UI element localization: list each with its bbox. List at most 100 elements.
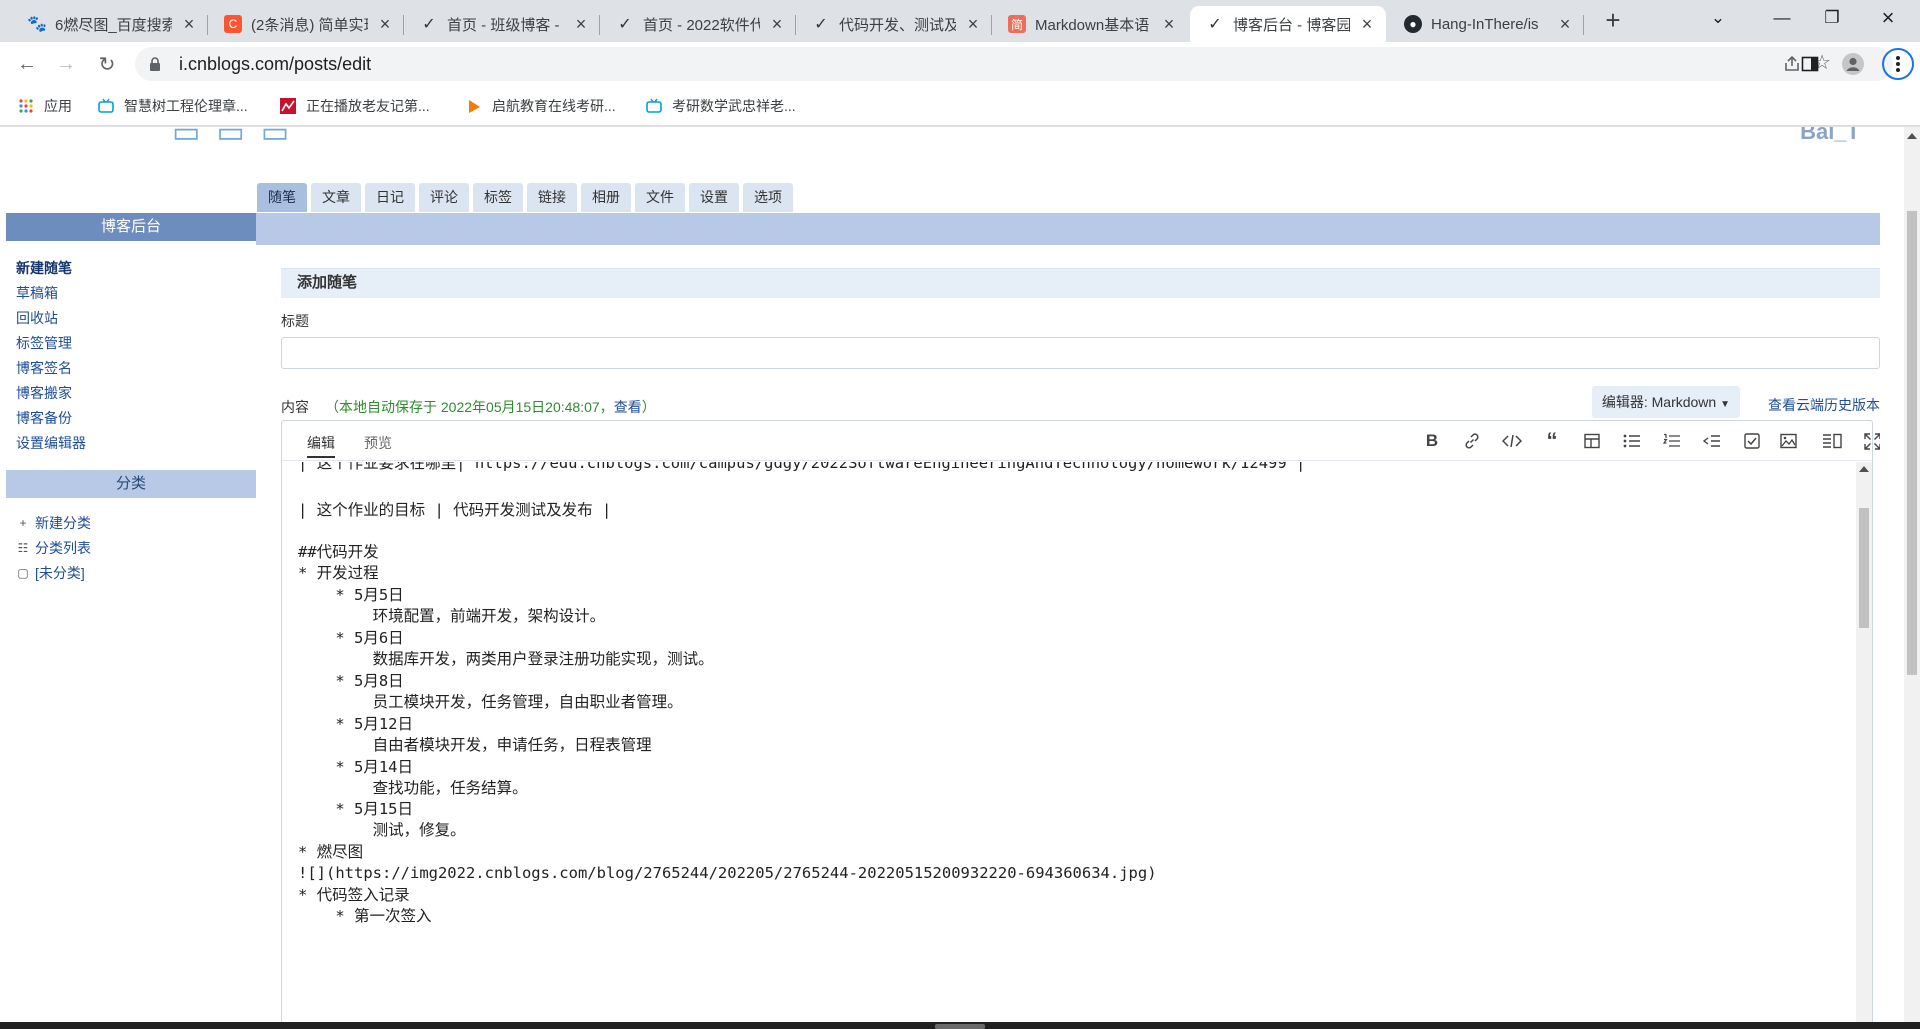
tab-tags[interactable]: 标签 bbox=[473, 183, 523, 212]
tab-title: 首页 - 2022软件代 bbox=[643, 16, 760, 34]
address-bar[interactable]: i.cnblogs.com/posts/edit ☆ bbox=[135, 47, 1893, 81]
title-input[interactable] bbox=[281, 337, 1880, 369]
browser-tab[interactable]: ● Hang-InThere/is × bbox=[1388, 6, 1584, 42]
tab-articles[interactable]: 文章 bbox=[311, 183, 361, 212]
indent-icon[interactable] bbox=[1700, 430, 1724, 452]
scrollbar-thumb[interactable] bbox=[1907, 211, 1917, 675]
tab-settings[interactable]: 设置 bbox=[689, 183, 739, 212]
close-tab-icon[interactable]: × bbox=[1358, 15, 1376, 33]
browser-tab[interactable]: 简 Markdown基本语 × bbox=[992, 6, 1188, 42]
cnblogs-icon: ✓ bbox=[422, 16, 436, 33]
side-panel-icon[interactable] bbox=[1799, 53, 1821, 75]
apps-grid-icon bbox=[19, 99, 33, 113]
taskbar-item[interactable] bbox=[935, 1024, 985, 1029]
main-nav-tabs: 随笔 文章 日记 评论 标签 链接 相册 文件 设置 选项 bbox=[257, 183, 793, 212]
bookmark-label: 智慧树工程伦理章... bbox=[124, 98, 248, 114]
link-icon[interactable] bbox=[1460, 430, 1484, 452]
tab-preview[interactable]: 预览 bbox=[364, 433, 392, 453]
bookmark-item[interactable]: 智慧树工程伦理章... bbox=[98, 96, 248, 116]
sidebar-item-recycle[interactable]: 回收站 bbox=[16, 306, 246, 331]
checkbox-icon[interactable] bbox=[1740, 430, 1764, 452]
scroll-up-icon[interactable] bbox=[1907, 133, 1917, 139]
browser-tab[interactable]: ✓ 首页 - 2022软件代 × bbox=[600, 6, 796, 42]
close-tab-icon[interactable]: × bbox=[376, 15, 394, 33]
scrollbar-thumb[interactable] bbox=[1859, 508, 1869, 628]
split-view-icon[interactable] bbox=[1820, 430, 1844, 452]
close-tab-icon[interactable]: × bbox=[964, 15, 982, 33]
tab-comments[interactable]: 评论 bbox=[419, 183, 469, 212]
category-links: + 新建分类 ☷ 分类列表 ▢ [未分类] bbox=[6, 498, 256, 599]
reload-icon[interactable]: ↻ bbox=[93, 50, 121, 78]
bookmark-item[interactable]: 正在播放老友记第... bbox=[280, 96, 430, 116]
code-icon[interactable] bbox=[1500, 430, 1524, 452]
bilibili-icon bbox=[646, 98, 662, 113]
lock-icon[interactable] bbox=[147, 56, 163, 72]
code-line: 环境配置，前端开发，架构设计。 bbox=[298, 607, 606, 625]
tab-title: 代码开发、测试及 bbox=[839, 16, 956, 34]
code-line: ##代码开发 bbox=[298, 543, 379, 561]
cloud-history-link[interactable]: 查看云端历史版本 bbox=[1768, 395, 1880, 415]
tab-options[interactable]: 选项 bbox=[743, 183, 793, 212]
tab-links[interactable]: 链接 bbox=[527, 183, 577, 212]
markdown-editor: 编辑 预览 B “ | 这个作业要求在哪里| https://edu.cnblo… bbox=[281, 420, 1881, 1029]
panel-title: 添加随笔 bbox=[281, 268, 1880, 298]
forward-icon[interactable]: → bbox=[52, 50, 80, 78]
editor-type-dropdown[interactable]: 编辑器: Markdown ▼ bbox=[1591, 386, 1740, 418]
sidebar-item-signature[interactable]: 博客签名 bbox=[16, 356, 246, 381]
tab-search-icon[interactable]: ⌄ bbox=[1686, 0, 1750, 36]
tab-posts[interactable]: 随笔 bbox=[257, 183, 307, 212]
category-new[interactable]: + 新建分类 bbox=[16, 511, 246, 536]
code-line: * 第一次签入 bbox=[298, 907, 432, 925]
code-line: * 代码签入记录 bbox=[298, 886, 410, 904]
tab-albums[interactable]: 相册 bbox=[581, 183, 631, 212]
numbered-list-icon[interactable] bbox=[1660, 430, 1684, 452]
page-scrollbar[interactable] bbox=[1880, 127, 1920, 1029]
code-line: | 这个作业的目标 | 代码开发测试及发布 | bbox=[298, 501, 612, 519]
close-tab-icon[interactable]: × bbox=[1160, 15, 1178, 33]
sidebar-item-migrate[interactable]: 博客搬家 bbox=[16, 381, 246, 406]
sidebar-item-drafts[interactable]: 草稿箱 bbox=[16, 281, 246, 306]
code-line: ![](https://img2022.cnblogs.com/blog/276… bbox=[298, 864, 1157, 882]
bullet-list-icon[interactable] bbox=[1620, 430, 1644, 452]
category-list[interactable]: ☷ 分类列表 bbox=[16, 536, 246, 561]
autosave-view-link[interactable]: 查看 bbox=[614, 399, 642, 415]
editor-scrollbar[interactable] bbox=[1856, 462, 1872, 1029]
sidebar-item-backup[interactable]: 博客备份 bbox=[16, 406, 246, 431]
category-label: [未分类] bbox=[35, 565, 85, 581]
scroll-up-icon[interactable] bbox=[1859, 466, 1869, 472]
close-tab-icon[interactable]: × bbox=[572, 15, 590, 33]
tab-files[interactable]: 文件 bbox=[635, 183, 685, 212]
tab-diary[interactable]: 日记 bbox=[365, 183, 415, 212]
markdown-textarea[interactable]: | 这个作业要求在哪里| https://edu.cnblogs.com/cam… bbox=[282, 462, 1856, 1029]
user-name-fragment[interactable]: Bai_T bbox=[1800, 127, 1860, 145]
browser-tab[interactable]: 🐾 6燃尽图_百度搜索 × bbox=[12, 6, 208, 42]
profile-avatar-icon[interactable] bbox=[1842, 53, 1864, 75]
bookmark-apps[interactable]: 应用 bbox=[18, 96, 72, 116]
table-icon[interactable] bbox=[1580, 430, 1604, 452]
category-uncategorized[interactable]: ▢ [未分类] bbox=[16, 561, 246, 586]
browser-tab[interactable]: ✓ 首页 - 班级博客 - × bbox=[404, 6, 600, 42]
menu-kebab-icon[interactable] bbox=[1882, 48, 1914, 80]
bold-icon[interactable]: B bbox=[1420, 430, 1444, 452]
browser-tab-active[interactable]: ✓ 博客后台 - 博客园 × bbox=[1190, 6, 1386, 42]
browser-tab[interactable]: C (2条消息) 简单实现 × bbox=[208, 6, 404, 42]
sidebar-item-new-post[interactable]: 新建随笔 bbox=[16, 256, 246, 281]
close-tab-icon[interactable]: × bbox=[768, 15, 786, 33]
quote-icon[interactable]: “ bbox=[1540, 428, 1564, 453]
site-logo[interactable]: ▭▭▭ bbox=[172, 127, 305, 150]
close-tab-icon[interactable]: × bbox=[180, 15, 198, 33]
bookmark-item[interactable]: 考研数学武忠祥老... bbox=[646, 96, 796, 116]
play-arrow-icon bbox=[469, 100, 480, 113]
new-tab-button[interactable]: + bbox=[1598, 6, 1628, 36]
sidebar-item-tag-manage[interactable]: 标签管理 bbox=[16, 331, 246, 356]
code-line: * 燃尽图 bbox=[298, 843, 364, 861]
bookmark-item[interactable]: 启航教育在线考研... bbox=[466, 96, 616, 116]
close-window-icon[interactable]: × bbox=[1856, 0, 1920, 36]
back-icon[interactable]: ← bbox=[13, 50, 41, 78]
sidebar-item-editor-settings[interactable]: 设置编辑器 bbox=[16, 431, 246, 456]
image-icon[interactable] bbox=[1776, 430, 1800, 452]
restore-icon[interactable]: ❐ bbox=[1800, 0, 1864, 36]
close-tab-icon[interactable]: × bbox=[1556, 15, 1574, 33]
tab-edit[interactable]: 编辑 bbox=[307, 433, 335, 458]
browser-tab[interactable]: ✓ 代码开发、测试及 × bbox=[796, 6, 992, 42]
